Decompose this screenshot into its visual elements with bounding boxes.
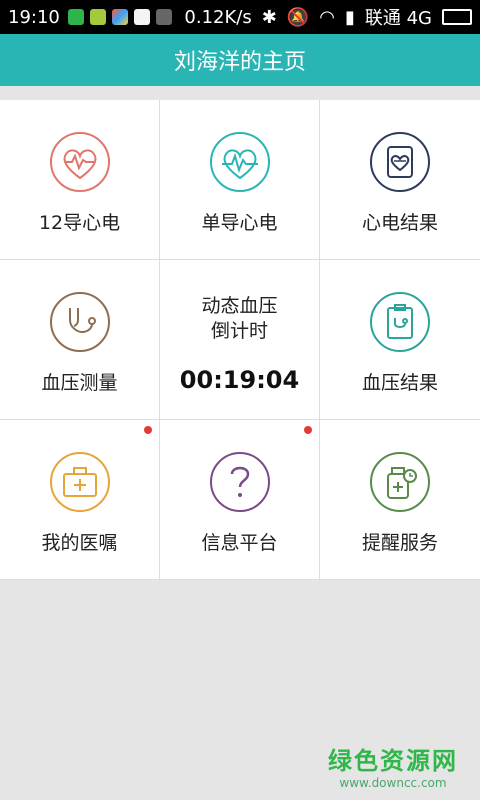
bluetooth-icon: ✱ <box>261 6 277 28</box>
feature-grid: 12导心电 单导心电 心电结果 血压测量 动态血压 倒计时 00:19:04 血… <box>0 100 480 580</box>
app-notification-icon <box>89 9 106 25</box>
ecg-report-icon <box>370 132 430 192</box>
notification-icons <box>67 9 172 25</box>
tile-reminder-service[interactable]: 提醒服务 <box>320 420 480 580</box>
page-title: 刘海洋的主页 <box>173 50 306 75</box>
network-speed: 0.12K/s <box>184 6 252 28</box>
tile-bp-measure[interactable]: 血压测量 <box>0 260 160 420</box>
app-notification-icon <box>155 9 172 25</box>
tile-ecg-results[interactable]: 心电结果 <box>320 100 480 260</box>
countdown-time: 00:19:04 <box>179 366 300 394</box>
battery-icon <box>442 9 472 25</box>
status-time: 19:10 <box>8 6 60 28</box>
tile-label: 我的医嘱 <box>41 532 118 554</box>
medical-kit-icon <box>49 452 110 512</box>
status-bar: 19:10 0.12K/s ✱ 🔕 ◠ ▮ 联通 4G <box>0 0 480 34</box>
title-bar: 刘海洋的主页 <box>0 34 480 86</box>
mute-icon: 🔕 <box>286 6 310 28</box>
tile-label: 血压测量 <box>41 372 118 394</box>
app-notification-icon <box>111 9 128 25</box>
countdown-title-line1: 动态血压 <box>201 295 278 317</box>
countdown-title-line2: 倒计时 <box>210 320 268 342</box>
tile-label: 单导心电 <box>201 212 278 234</box>
app-notification-icon <box>133 9 150 25</box>
medicine-bottle-clock-icon <box>370 452 430 512</box>
watermark: 绿色资源网 www.downcc.com <box>328 741 458 790</box>
tile-single-lead-ecg[interactable]: 单导心电 <box>160 100 320 260</box>
tile-label: 心电结果 <box>361 212 438 234</box>
tile-12-lead-ecg[interactable]: 12导心电 <box>0 100 160 260</box>
app-notification-icon <box>67 9 84 25</box>
watermark-text: 绿色资源网 <box>328 747 458 775</box>
countdown-title: 动态血压 倒计时 <box>201 294 277 344</box>
notification-dot <box>144 426 152 434</box>
tile-label: 信息平台 <box>201 532 278 554</box>
tile-dynamic-bp-countdown[interactable]: 动态血压 倒计时 00:19:04 <box>160 260 320 420</box>
tile-bp-results[interactable]: 血压结果 <box>320 260 480 420</box>
tile-my-medical-orders[interactable]: 我的医嘱 <box>0 420 160 580</box>
tile-label: 12导心电 <box>38 212 121 234</box>
tile-info-platform[interactable]: 信息平台 <box>160 420 320 580</box>
stethoscope-icon <box>49 292 110 352</box>
heart-ecg-icon <box>49 132 110 192</box>
clipboard-stethoscope-icon <box>370 292 430 352</box>
question-icon <box>209 452 270 512</box>
signal-icon: ▮ <box>344 6 355 28</box>
wifi-icon: ◠ <box>319 6 335 28</box>
heart-pulse-icon <box>209 132 270 192</box>
watermark-url: www.downcc.com <box>339 776 447 790</box>
notification-dot <box>304 426 312 434</box>
tile-label: 血压结果 <box>361 372 438 394</box>
tile-label: 提醒服务 <box>361 532 438 554</box>
carrier-label: 联通 4G <box>364 8 432 29</box>
